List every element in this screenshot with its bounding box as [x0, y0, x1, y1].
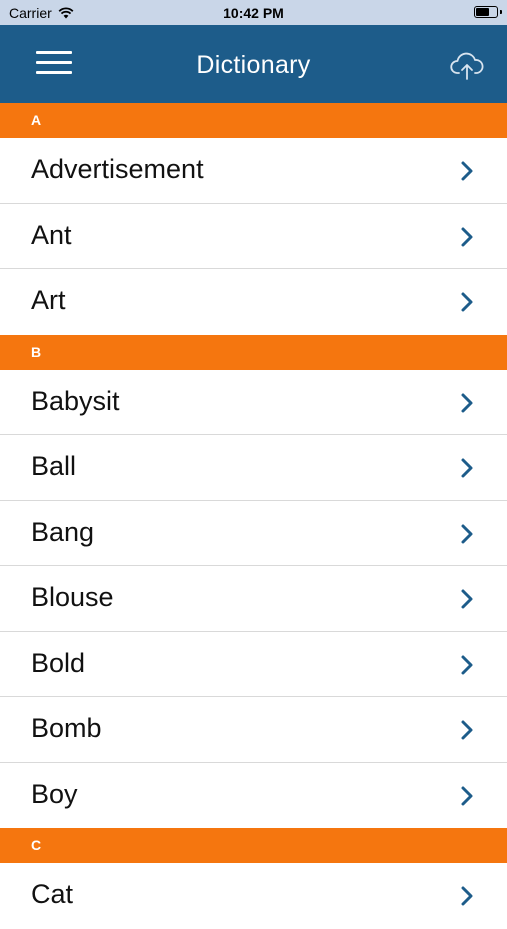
chevron-right-icon — [461, 886, 473, 906]
chevron-right-icon — [461, 524, 473, 543]
list-item[interactable]: Bold — [0, 631, 507, 697]
chevron-right-icon — [461, 720, 473, 740]
list-item[interactable]: Advertisement — [0, 138, 507, 204]
nav-bar: Dictionary — [0, 25, 507, 103]
word-list: A Advertisement Ant Art B Babysit Ball Bang Blou… — [0, 103, 507, 929]
list-item-label: Bomb — [31, 713, 102, 743]
chevron-right-icon — [461, 786, 473, 805]
list-item[interactable]: Boy — [0, 762, 507, 828]
status-time: 10:42 PM — [223, 5, 284, 21]
chevron-right-icon — [461, 458, 473, 478]
list-item[interactable]: Bomb — [0, 697, 507, 763]
list-item-label: Babysit — [31, 385, 120, 416]
section-header-b: B — [0, 334, 507, 370]
cloud-upload-icon[interactable] — [449, 51, 485, 81]
status-bar: Carrier 10:42 PM — [0, 0, 507, 25]
page-title: Dictionary — [196, 51, 311, 79]
list-item-label: Ant — [31, 219, 72, 250]
section-group: Babysit Ball Bang Blouse Bold Bomb Boy — [0, 369, 507, 828]
list-item[interactable]: Ball — [0, 435, 507, 501]
list-item-label: Advertisement — [31, 154, 204, 184]
section-header-c: C — [0, 828, 507, 863]
list-item-label: Ball — [31, 451, 77, 481]
list-item[interactable]: Ant — [0, 203, 507, 269]
section-group: Cat — [0, 863, 507, 929]
list-item[interactable]: Blouse — [0, 566, 507, 632]
list-item-label: Cat — [31, 879, 74, 909]
list-item[interactable]: Bang — [0, 500, 507, 566]
chevron-right-icon — [461, 589, 473, 609]
list-item[interactable]: Babysit — [0, 369, 507, 435]
list-item-label: Blouse — [31, 582, 114, 612]
list-item[interactable]: Cat — [0, 863, 507, 929]
list-item-label: Boy — [31, 778, 78, 809]
chevron-right-icon — [461, 161, 473, 181]
chevron-right-icon — [461, 655, 473, 674]
chevron-right-icon — [461, 393, 473, 412]
section-header-a: A — [0, 103, 507, 138]
chevron-right-icon — [461, 227, 473, 246]
list-item-label: Art — [31, 285, 66, 315]
list-item-label: Bang — [31, 516, 95, 547]
chevron-right-icon — [461, 292, 473, 312]
list-item-label: Bold — [31, 647, 86, 678]
battery-icon — [474, 6, 502, 18]
list-item[interactable]: Art — [0, 269, 507, 335]
section-group: Advertisement Ant Art — [0, 138, 507, 335]
